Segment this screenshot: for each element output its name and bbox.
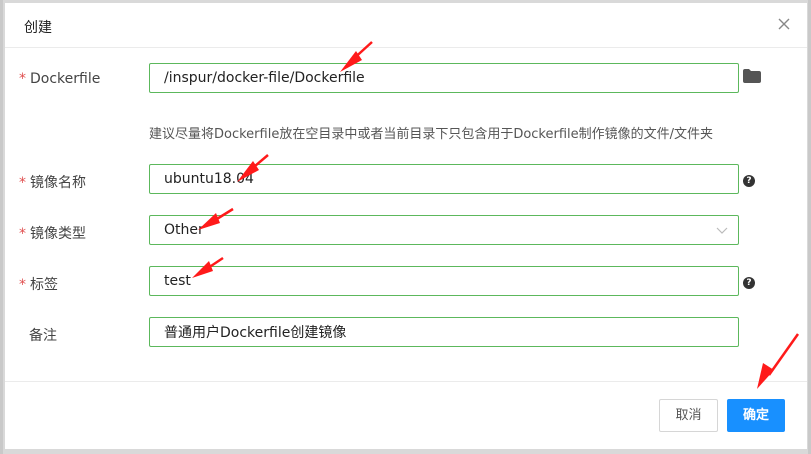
help-icon[interactable]: ? (743, 175, 755, 187)
image-type-selected-value: Other (164, 222, 204, 238)
dockerfile-path-input[interactable] (149, 63, 739, 93)
image-name-label: * 镜像名称 (19, 172, 86, 192)
dockerfile-label-text: Dockerfile (30, 71, 101, 87)
required-mark: * (19, 277, 26, 293)
image-type-label-text: 镜像类型 (30, 226, 86, 242)
dialog-footer: 取消 确定 (5, 381, 807, 449)
tag-label: * 标签 (19, 274, 58, 294)
image-name-input[interactable] (149, 164, 739, 194)
chevron-down-icon (716, 227, 728, 234)
image-type-row: * 镜像类型 Other (5, 215, 807, 247)
remark-input[interactable] (149, 317, 739, 347)
required-mark: * (19, 175, 26, 191)
cancel-button[interactable]: 取消 (659, 399, 718, 432)
dialog-title: 创建 (24, 20, 52, 36)
image-type-select[interactable]: Other (149, 215, 739, 245)
dockerfile-label: * Dockerfile (19, 71, 100, 87)
required-mark: * (19, 226, 26, 242)
folder-icon[interactable] (743, 69, 761, 83)
help-icon[interactable]: ? (743, 277, 755, 289)
image-type-label: * 镜像类型 (19, 223, 86, 243)
dialog-header: 创建 (5, 3, 807, 48)
image-name-label-text: 镜像名称 (30, 175, 86, 191)
dockerfile-hint: 建议尽量将Dockerfile放在空目录中或者当前目录下只包含用于Dockerf… (149, 127, 714, 142)
confirm-button[interactable]: 确定 (727, 399, 785, 432)
remark-row: 备注 (5, 317, 807, 349)
close-icon[interactable] (775, 15, 793, 33)
backdrop-line (0, 0, 3, 454)
remark-label: 备注 (29, 328, 57, 344)
tag-row: *标签 ? (5, 266, 807, 298)
create-image-dialog: 创建 *Dockerfile 建议尽量将Dockerfile放在空目录中或者当前… (5, 3, 807, 449)
tag-label-text: 标签 (30, 277, 58, 293)
tag-input[interactable] (149, 266, 739, 296)
dockerfile-row: * Dockerfile (5, 63, 807, 95)
image-name-row: *镜像名称 ? (5, 164, 807, 196)
required-mark: * (19, 71, 26, 87)
